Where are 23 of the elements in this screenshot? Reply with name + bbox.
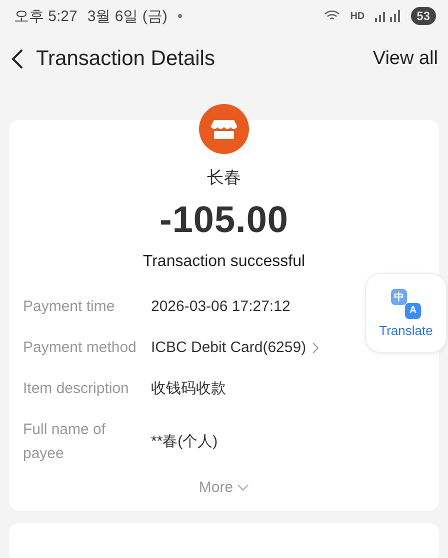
status-time: 오후 5:27 bbox=[14, 6, 78, 26]
detail-value: **春(个人) bbox=[151, 432, 218, 452]
translate-button[interactable]: 中 A Translate bbox=[365, 273, 447, 353]
chevron-right-icon[interactable] bbox=[312, 342, 320, 354]
notification-dot: • bbox=[177, 8, 183, 24]
detail-label: Item description bbox=[23, 379, 130, 399]
transaction-amount: -105.00 bbox=[160, 199, 288, 241]
detail-value: 收钱码收款 bbox=[151, 379, 226, 399]
detail-value[interactable]: ICBC Debit Card(6259) bbox=[151, 336, 306, 360]
battery-level: 53 bbox=[410, 7, 436, 25]
detail-value: 2026-03-06 17:27:12 bbox=[151, 297, 290, 317]
view-all-button[interactable]: View all bbox=[368, 44, 442, 74]
chevron-down-icon bbox=[237, 484, 250, 492]
detail-label: Full name of payee bbox=[23, 420, 107, 464]
status-date: 3월 6일 (금) bbox=[87, 6, 168, 26]
page-title: Transaction Details bbox=[36, 47, 216, 71]
signal-icon bbox=[374, 10, 401, 22]
transaction-status: Transaction successful bbox=[142, 253, 306, 271]
network-type: HD bbox=[350, 10, 365, 22]
detail-label: Payment time bbox=[23, 297, 116, 317]
wifi-icon bbox=[324, 10, 340, 22]
merchant-name: 长春 bbox=[207, 167, 241, 189]
detail-label: Payment method bbox=[23, 338, 138, 358]
